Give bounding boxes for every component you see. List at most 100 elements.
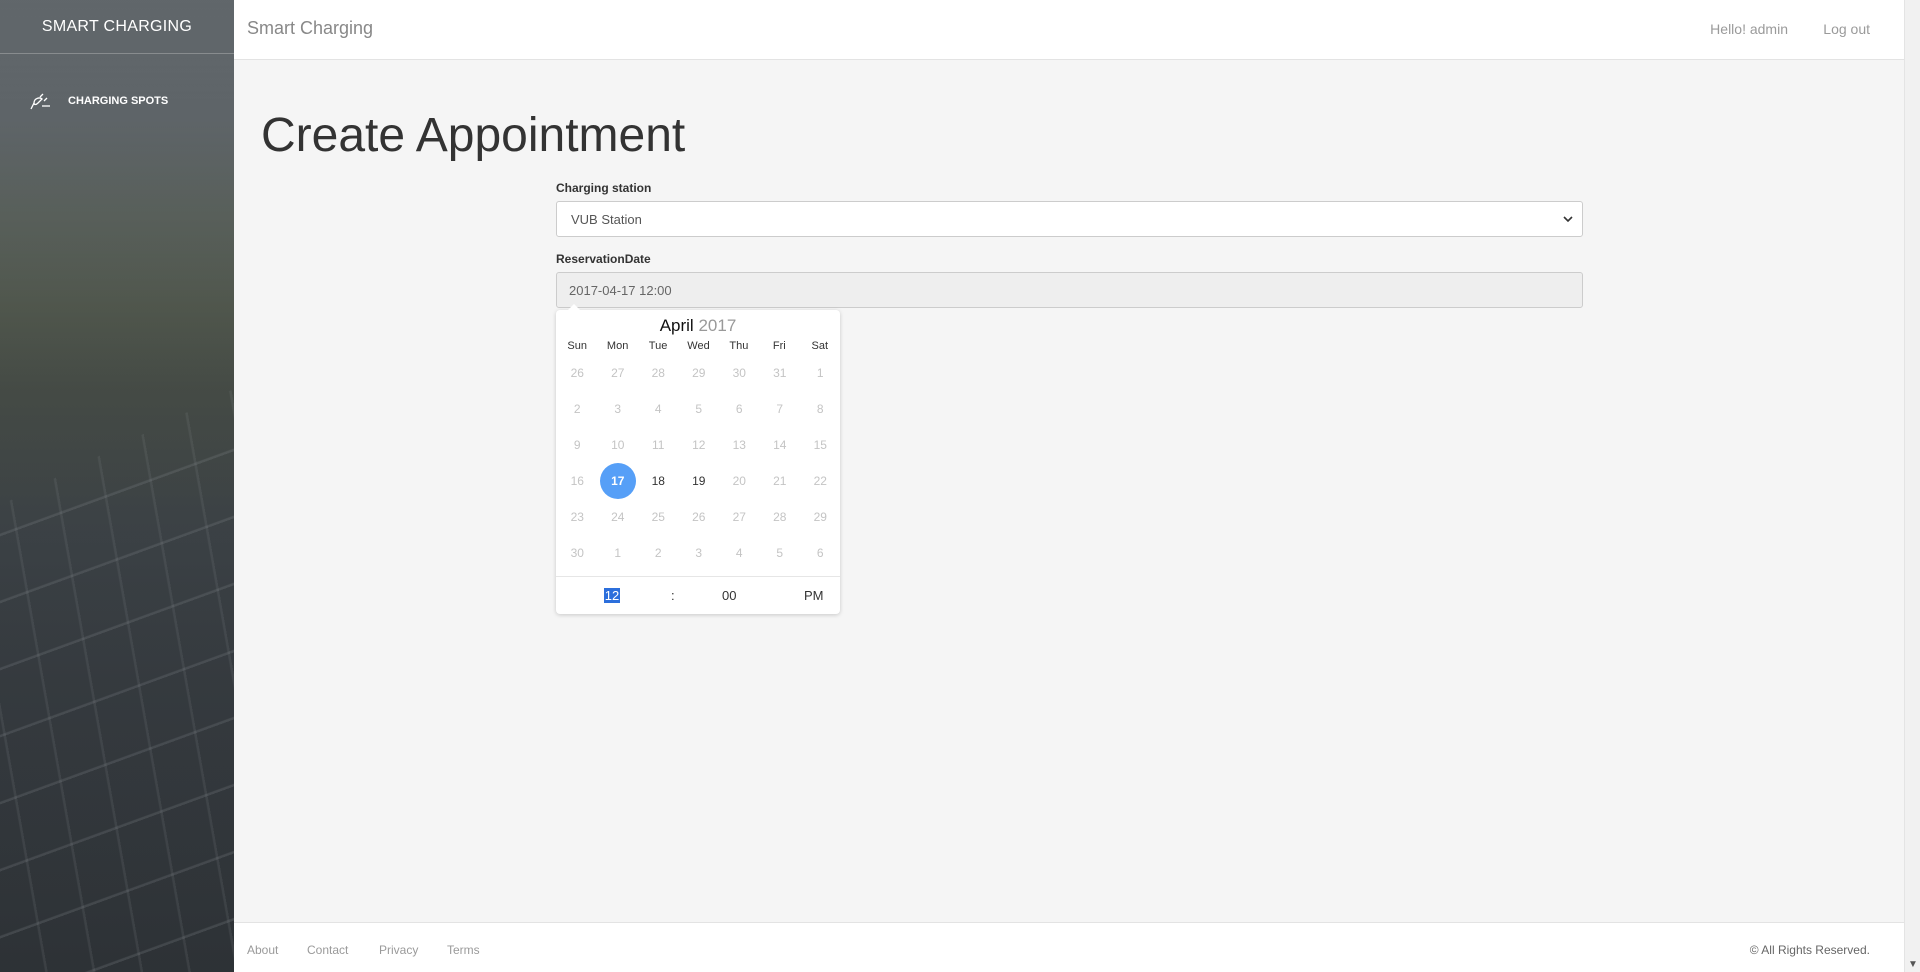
calendar-day-label: 25 bbox=[651, 510, 665, 524]
calendar-day[interactable]: 7 bbox=[760, 391, 801, 427]
plug-icon bbox=[30, 93, 50, 110]
calendar-day[interactable]: 30 bbox=[557, 535, 598, 571]
calendar-day-label: 7 bbox=[776, 402, 784, 416]
weekday-label: Sun bbox=[567, 340, 587, 352]
calendar-day[interactable]: 15 bbox=[800, 427, 841, 463]
calendar-day-label: 4 bbox=[735, 546, 743, 560]
calendar-day[interactable]: 8 bbox=[800, 391, 841, 427]
calendar-day-label: 3 bbox=[614, 402, 622, 416]
calendar-day[interactable]: 26 bbox=[557, 355, 598, 391]
top-navbar: Smart Charging Hello! admin Log out bbox=[234, 0, 1904, 60]
footer-link-about[interactable]: About bbox=[247, 943, 278, 957]
vertical-scrollbar[interactable]: ▼ bbox=[1904, 0, 1920, 972]
weekday-label: Thu bbox=[729, 340, 749, 352]
navbar-title[interactable]: Smart Charging bbox=[247, 18, 373, 39]
reservation-date-label: ReservationDate bbox=[556, 252, 651, 266]
calendar-day[interactable]: 9 bbox=[557, 427, 598, 463]
calendar-day[interactable]: 4 bbox=[638, 391, 679, 427]
calendar-day[interactable]: 11 bbox=[638, 427, 679, 463]
calendar-day[interactable]: 22 bbox=[800, 463, 841, 499]
footer-link-terms[interactable]: Terms bbox=[447, 943, 480, 957]
calendar-day[interactable]: 3 bbox=[679, 535, 720, 571]
calendar-day[interactable]: 5 bbox=[679, 391, 720, 427]
calendar-day-label: 6 bbox=[816, 546, 824, 560]
calendar-day[interactable]: 28 bbox=[638, 355, 679, 391]
calendar-day[interactable]: 28 bbox=[760, 499, 801, 535]
calendar-day-label: 24 bbox=[611, 510, 625, 524]
calendar-day-label: 9 bbox=[573, 438, 581, 452]
calendar-day-label: 10 bbox=[611, 438, 625, 452]
logout-link[interactable]: Log out bbox=[1823, 21, 1870, 37]
calendar-day[interactable]: 19 bbox=[679, 463, 720, 499]
scroll-down-icon[interactable]: ▼ bbox=[1908, 959, 1918, 970]
calendar-weekdays: Sun Mon Tue Wed Thu Fri Sat bbox=[556, 340, 840, 352]
calendar-day[interactable]: 2 bbox=[638, 535, 679, 571]
calendar-day-label: 18 bbox=[651, 474, 665, 488]
calendar-day[interactable]: 13 bbox=[719, 427, 760, 463]
hour-input[interactable]: 12 bbox=[604, 588, 620, 603]
calendar-day[interactable]: 6 bbox=[800, 535, 841, 571]
calendar-day-label: 30 bbox=[570, 546, 584, 560]
weekday-label: Tue bbox=[648, 340, 668, 352]
footer-link-contact[interactable]: Contact bbox=[307, 943, 348, 957]
calendar-day[interactable]: 16 bbox=[557, 463, 598, 499]
calendar-day[interactable]: 30 bbox=[719, 355, 760, 391]
calendar-day[interactable]: 14 bbox=[760, 427, 801, 463]
calendar-day[interactable]: 29 bbox=[679, 355, 720, 391]
ampm-toggle[interactable]: PM bbox=[804, 588, 824, 603]
calendar-day[interactable]: 1 bbox=[598, 535, 639, 571]
calendar-day[interactable]: 18 bbox=[638, 463, 679, 499]
calendar-day[interactable]: 27 bbox=[719, 499, 760, 535]
calendar-day-label: 26 bbox=[570, 366, 584, 380]
calendar-day-label: 26 bbox=[692, 510, 706, 524]
chevron-down-icon bbox=[1563, 216, 1573, 223]
calendar-day[interactable]: 23 bbox=[557, 499, 598, 535]
calendar-day-label: 13 bbox=[732, 438, 746, 452]
footer-link-privacy[interactable]: Privacy bbox=[379, 943, 418, 957]
sidebar: SMART CHARGING CHARGING SPOTS bbox=[0, 0, 234, 972]
calendar-day[interactable]: 10 bbox=[598, 427, 639, 463]
calendar-day[interactable]: 29 bbox=[800, 499, 841, 535]
sidebar-brand[interactable]: SMART CHARGING bbox=[0, 0, 234, 54]
calendar-day-label: 29 bbox=[813, 510, 827, 524]
sidebar-item-label: CHARGING SPOTS bbox=[68, 95, 169, 107]
calendar-pointer bbox=[568, 304, 580, 310]
calendar-day[interactable]: 27 bbox=[598, 355, 639, 391]
calendar-day-label: 28 bbox=[773, 510, 787, 524]
date-picker-calendar: April 2017 Sun Mon Tue Wed Thu Fri Sat 2… bbox=[556, 304, 841, 614]
calendar-year[interactable]: 2017 bbox=[698, 316, 736, 335]
calendar-day[interactable]: 4 bbox=[719, 535, 760, 571]
footer: About Contact Privacy Terms © All Rights… bbox=[234, 922, 1904, 972]
calendar-day-label: 27 bbox=[611, 366, 625, 380]
reservation-date-input[interactable]: 2017-04-17 12:00 bbox=[556, 272, 1583, 308]
calendar-day-label: 6 bbox=[735, 402, 743, 416]
calendar-day[interactable]: 31 bbox=[760, 355, 801, 391]
calendar-day[interactable]: 24 bbox=[598, 499, 639, 535]
calendar-month[interactable]: April bbox=[660, 316, 694, 335]
calendar-day-label: 1 bbox=[816, 366, 824, 380]
sidebar-item-charging-spots[interactable]: CHARGING SPOTS bbox=[0, 78, 234, 124]
calendar-day[interactable]: 6 bbox=[719, 391, 760, 427]
calendar-day-label: 21 bbox=[773, 474, 787, 488]
charging-station-select[interactable]: VUB Station bbox=[556, 201, 1583, 237]
calendar-day[interactable]: 21 bbox=[760, 463, 801, 499]
minute-input[interactable]: 00 bbox=[722, 588, 736, 603]
calendar-day-label: 27 bbox=[732, 510, 746, 524]
time-picker: 12 : 00 PM bbox=[556, 576, 840, 614]
calendar-day-label: 28 bbox=[651, 366, 665, 380]
calendar-day[interactable]: 2 bbox=[557, 391, 598, 427]
calendar-day[interactable]: 3 bbox=[598, 391, 639, 427]
calendar-day[interactable]: 25 bbox=[638, 499, 679, 535]
calendar-day[interactable]: 26 bbox=[679, 499, 720, 535]
page-title: Create Appointment bbox=[261, 109, 686, 162]
calendar-day-selected[interactable]: 17 bbox=[598, 463, 639, 499]
calendar-day-label: 22 bbox=[813, 474, 827, 488]
calendar-day[interactable]: 5 bbox=[760, 535, 801, 571]
calendar-day[interactable]: 12 bbox=[679, 427, 720, 463]
calendar-day[interactable]: 1 bbox=[800, 355, 841, 391]
user-greeting[interactable]: Hello! admin bbox=[1710, 21, 1788, 37]
weekday-label: Wed bbox=[687, 340, 710, 352]
calendar-day-label: 1 bbox=[614, 546, 622, 560]
calendar-day-label: 4 bbox=[654, 402, 662, 416]
calendar-day[interactable]: 20 bbox=[719, 463, 760, 499]
